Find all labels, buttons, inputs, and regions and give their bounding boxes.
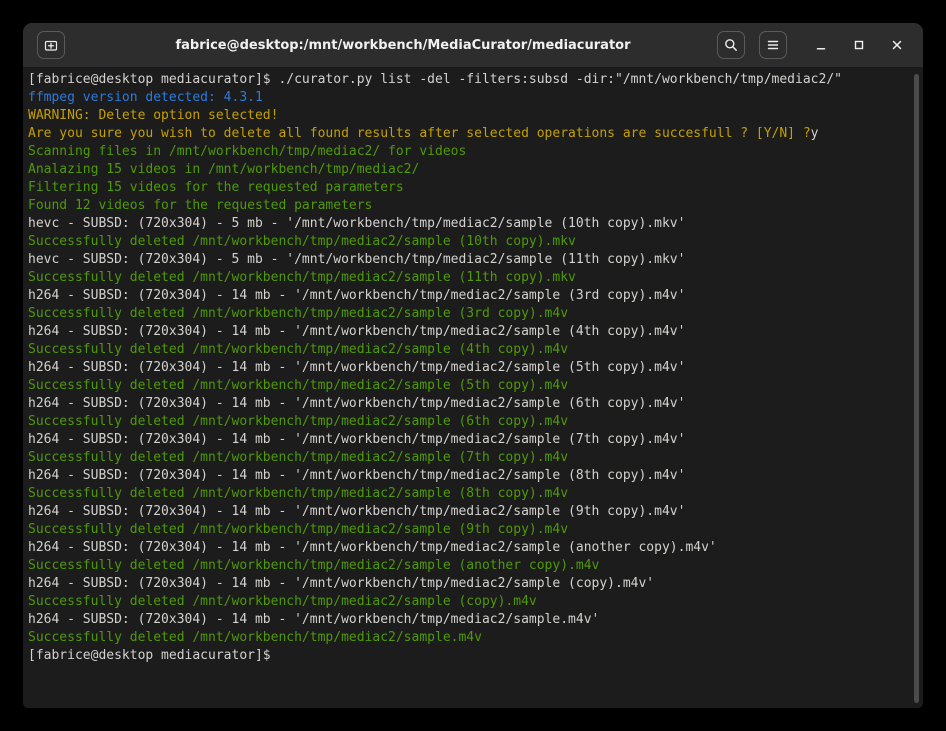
scrollbar-thumb[interactable]	[914, 74, 919, 703]
terminal-line: h264 - SUBSD: (720x304) - 14 mb - '/mnt/…	[28, 539, 909, 557]
terminal-text-segment: y	[811, 126, 819, 141]
terminal-line: [fabrice@desktop mediacurator]$ ./curato…	[28, 71, 909, 89]
terminal-line: Successfully deleted /mnt/workbench/tmp/…	[28, 557, 909, 575]
terminal-text-segment: Successfully deleted /mnt/workbench/tmp/…	[28, 630, 482, 645]
terminal-line: Scanning files in /mnt/workbench/tmp/med…	[28, 143, 909, 161]
terminal-text-segment: hevc - SUBSD: (720x304) - 5 mb - '/mnt/w…	[28, 252, 685, 267]
terminal-line: h264 - SUBSD: (720x304) - 14 mb - '/mnt/…	[28, 575, 909, 593]
terminal-line: Successfully deleted /mnt/workbench/tmp/…	[28, 233, 909, 251]
new-tab-button[interactable]	[37, 31, 65, 59]
terminal-text-segment: WARNING: Delete option selected!	[28, 108, 278, 123]
minimize-icon	[813, 37, 829, 53]
terminal-line: h264 - SUBSD: (720x304) - 14 mb - '/mnt/…	[28, 287, 909, 305]
scrollbar[interactable]	[912, 72, 921, 705]
terminal-text-segment: h264 - SUBSD: (720x304) - 14 mb - '/mnt/…	[28, 432, 685, 447]
terminal-text-segment: h264 - SUBSD: (720x304) - 14 mb - '/mnt/…	[28, 288, 685, 303]
terminal-line: Successfully deleted /mnt/workbench/tmp/…	[28, 485, 909, 503]
terminal-text-segment: Successfully deleted /mnt/workbench/tmp/…	[28, 306, 568, 321]
terminal-line: h264 - SUBSD: (720x304) - 14 mb - '/mnt/…	[28, 323, 909, 341]
terminal-text-segment: hevc - SUBSD: (720x304) - 5 mb - '/mnt/w…	[28, 216, 685, 231]
hamburger-menu-icon	[765, 37, 781, 53]
minimize-button[interactable]	[809, 33, 833, 57]
search-icon	[723, 37, 739, 53]
terminal-line: Are you sure you wish to delete all foun…	[28, 125, 909, 143]
maximize-icon	[851, 37, 867, 53]
terminal-text-segment: Successfully deleted /mnt/workbench/tmp/…	[28, 558, 599, 573]
terminal-text-segment: [fabrice@desktop mediacurator]$	[28, 648, 271, 663]
terminal-line: h264 - SUBSD: (720x304) - 14 mb - '/mnt/…	[28, 503, 909, 521]
terminal-line: hevc - SUBSD: (720x304) - 5 mb - '/mnt/w…	[28, 215, 909, 233]
menu-button[interactable]	[759, 31, 787, 59]
close-icon	[889, 37, 905, 53]
terminal-text-segment: Successfully deleted /mnt/workbench/tmp/…	[28, 486, 568, 501]
terminal-text-segment: h264 - SUBSD: (720x304) - 14 mb - '/mnt/…	[28, 360, 685, 375]
terminal-text-segment: Successfully deleted /mnt/workbench/tmp/…	[28, 342, 568, 357]
terminal-line: [fabrice@desktop mediacurator]$	[28, 647, 909, 665]
terminal-text-segment: Analazing 15 videos in /mnt/workbench/tm…	[28, 162, 419, 177]
terminal-line: hevc - SUBSD: (720x304) - 5 mb - '/mnt/w…	[28, 251, 909, 269]
terminal-line: h264 - SUBSD: (720x304) - 14 mb - '/mnt/…	[28, 359, 909, 377]
terminal-line: Successfully deleted /mnt/workbench/tmp/…	[28, 377, 909, 395]
terminal-text-segment: Filtering 15 videos for the requested pa…	[28, 180, 404, 195]
terminal-line: Analazing 15 videos in /mnt/workbench/tm…	[28, 161, 909, 179]
terminal-line: Successfully deleted /mnt/workbench/tmp/…	[28, 449, 909, 467]
terminal-text-segment: ffmpeg version detected: 4.3.1	[28, 90, 263, 105]
terminal-text-segment: h264 - SUBSD: (720x304) - 14 mb - '/mnt/…	[28, 612, 599, 627]
terminal-text-segment: Scanning files in /mnt/workbench/tmp/med…	[28, 144, 466, 159]
terminal[interactable]: [fabrice@desktop mediacurator]$ ./curato…	[23, 69, 923, 708]
window-title: fabrice@desktop:/mnt/workbench/MediaCura…	[113, 38, 693, 53]
terminal-text-segment: Successfully deleted /mnt/workbench/tmp/…	[28, 378, 568, 393]
terminal-text-segment: h264 - SUBSD: (720x304) - 14 mb - '/mnt/…	[28, 576, 654, 591]
terminal-line: h264 - SUBSD: (720x304) - 14 mb - '/mnt/…	[28, 431, 909, 449]
terminal-line: h264 - SUBSD: (720x304) - 14 mb - '/mnt/…	[28, 611, 909, 629]
terminal-text-segment: Successfully deleted /mnt/workbench/tmp/…	[28, 270, 576, 285]
terminal-text-segment: Successfully deleted /mnt/workbench/tmp/…	[28, 522, 568, 537]
terminal-line: Successfully deleted /mnt/workbench/tmp/…	[28, 593, 909, 611]
terminal-text-segment: Are you sure you wish to delete all foun…	[28, 126, 811, 141]
maximize-button[interactable]	[847, 33, 871, 57]
terminal-text-segment: [fabrice@desktop mediacurator]$ ./curato…	[28, 72, 842, 87]
terminal-line: Successfully deleted /mnt/workbench/tmp/…	[28, 521, 909, 539]
terminal-line: Successfully deleted /mnt/workbench/tmp/…	[28, 629, 909, 647]
terminal-text-segment: Successfully deleted /mnt/workbench/tmp/…	[28, 450, 568, 465]
terminal-line: Successfully deleted /mnt/workbench/tmp/…	[28, 341, 909, 359]
terminal-text-segment: h264 - SUBSD: (720x304) - 14 mb - '/mnt/…	[28, 468, 685, 483]
terminal-text-segment: Successfully deleted /mnt/workbench/tmp/…	[28, 234, 576, 249]
terminal-text-segment: Found 12 videos for the requested parame…	[28, 198, 372, 213]
terminal-text-segment: Successfully deleted /mnt/workbench/tmp/…	[28, 594, 537, 609]
close-button[interactable]	[885, 33, 909, 57]
terminal-line: WARNING: Delete option selected!	[28, 107, 909, 125]
terminal-line: ffmpeg version detected: 4.3.1	[28, 89, 909, 107]
titlebar-controls	[717, 31, 909, 59]
terminal-line: Successfully deleted /mnt/workbench/tmp/…	[28, 269, 909, 287]
terminal-text-segment: h264 - SUBSD: (720x304) - 14 mb - '/mnt/…	[28, 396, 685, 411]
titlebar[interactable]: fabrice@desktop:/mnt/workbench/MediaCura…	[23, 23, 923, 68]
terminal-line: Successfully deleted /mnt/workbench/tmp/…	[28, 413, 909, 431]
terminal-window: fabrice@desktop:/mnt/workbench/MediaCura…	[23, 23, 923, 708]
terminal-text-segment: h264 - SUBSD: (720x304) - 14 mb - '/mnt/…	[28, 540, 717, 555]
terminal-line: h264 - SUBSD: (720x304) - 14 mb - '/mnt/…	[28, 467, 909, 485]
terminal-output: [fabrice@desktop mediacurator]$ ./curato…	[28, 71, 909, 665]
terminal-text-segment: Successfully deleted /mnt/workbench/tmp/…	[28, 414, 568, 429]
tab-new-icon	[43, 37, 59, 53]
search-button[interactable]	[717, 31, 745, 59]
terminal-line: Found 12 videos for the requested parame…	[28, 197, 909, 215]
terminal-line: Successfully deleted /mnt/workbench/tmp/…	[28, 305, 909, 323]
terminal-text-segment: h264 - SUBSD: (720x304) - 14 mb - '/mnt/…	[28, 504, 685, 519]
terminal-text-segment: h264 - SUBSD: (720x304) - 14 mb - '/mnt/…	[28, 324, 685, 339]
terminal-line: h264 - SUBSD: (720x304) - 14 mb - '/mnt/…	[28, 395, 909, 413]
terminal-line: Filtering 15 videos for the requested pa…	[28, 179, 909, 197]
